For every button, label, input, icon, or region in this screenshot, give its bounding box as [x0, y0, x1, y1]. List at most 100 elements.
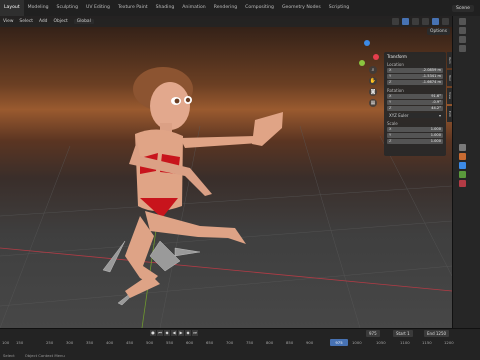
overlay-toggle-icon[interactable]	[392, 18, 399, 25]
next-keyframe-icon[interactable]: ◆	[185, 330, 191, 336]
playhead[interactable]: 975	[330, 339, 348, 346]
play-icon[interactable]: ▶	[178, 330, 184, 336]
location-label: Location	[387, 62, 404, 67]
character-model[interactable]	[125, 67, 283, 298]
playback-controls: ● ⏮ ◆ ◀ ▶ ◆ ⏭	[150, 330, 198, 336]
ruler-tick: 750	[246, 340, 254, 345]
menu-object[interactable]: Object	[53, 19, 67, 24]
ruler-tick: 100	[2, 340, 10, 345]
play-reverse-icon[interactable]: ◀	[171, 330, 177, 336]
status-bar: Select Object Context Menu	[0, 351, 480, 360]
start-frame-field[interactable]: Start 1	[393, 330, 413, 337]
tab-rendering[interactable]: Rendering	[210, 0, 241, 16]
rotation-z-field[interactable]: Z 44.2°	[387, 106, 443, 111]
tab-uv-editing[interactable]: UV Editing	[82, 0, 114, 16]
location-x-field[interactable]: X -2.0859 m	[387, 68, 443, 73]
record-icon[interactable]: ●	[150, 330, 156, 336]
rotation-x-field[interactable]: X 91.6°	[387, 94, 443, 99]
ruler-tick: 550	[166, 340, 174, 345]
rotation-mode-dropdown[interactable]: XYZ Euler ▾	[387, 113, 443, 118]
ruler-tick: 850	[286, 340, 294, 345]
menu-view[interactable]: View	[3, 19, 13, 24]
gizmo-y-axis-icon[interactable]	[359, 60, 365, 66]
prev-keyframe-icon[interactable]: ◆	[164, 330, 170, 336]
tab-shading[interactable]: Shading	[152, 0, 179, 16]
x-axis-line	[0, 247, 452, 292]
ruler-tick: 1200	[444, 340, 454, 345]
scene-selector[interactable]: Scene	[451, 4, 474, 12]
ruler-tick: 1050	[376, 340, 386, 345]
ruler-tick: 400	[106, 340, 114, 345]
scale-label: Scale	[387, 121, 398, 126]
workspace-tab-bar: Layout Modeling Sculpting UV Editing Tex…	[0, 0, 480, 16]
location-z-field[interactable]: Z -1.6674 m	[387, 80, 443, 85]
scale-z-field[interactable]: Z 1.000	[387, 139, 443, 144]
3d-viewport[interactable]: View Select Add Object Global Options ⌕ …	[0, 16, 452, 328]
current-frame-field[interactable]: 975	[366, 330, 380, 337]
shading-rendered-icon[interactable]	[442, 18, 449, 25]
ruler-tick: 1150	[422, 340, 432, 345]
rotation-y-field[interactable]: Y -0.9°	[387, 100, 443, 105]
properties-editor-strip	[452, 16, 480, 328]
modifier-properties-icon[interactable]	[459, 162, 466, 169]
orientation-dropdown[interactable]: Global	[73, 19, 94, 24]
floor-grid	[0, 125, 452, 328]
transform-section-title[interactable]: Transform	[387, 54, 443, 59]
ruler-tick: 150	[16, 340, 24, 345]
ruler-tick: 650	[206, 340, 214, 345]
object-properties-icon[interactable]	[459, 153, 466, 160]
scene-properties-icon[interactable]	[459, 144, 466, 151]
ruler-tick: 800	[266, 340, 274, 345]
viewport-header: View Select Add Object Global	[0, 16, 452, 27]
menu-select[interactable]: Select	[19, 19, 33, 24]
jump-start-icon[interactable]: ⏮	[157, 330, 163, 336]
ruler-tick: 1000	[352, 340, 362, 345]
tab-texture-paint[interactable]: Texture Paint	[114, 0, 152, 16]
tab-sculpting[interactable]: Sculpting	[53, 0, 82, 16]
chevron-down-icon: ▾	[438, 113, 441, 118]
perspective-toggle-icon[interactable]: ▦	[369, 99, 377, 107]
output-properties-icon[interactable]	[459, 36, 466, 43]
ruler-tick: 300	[66, 340, 74, 345]
shading-material-icon[interactable]	[432, 18, 439, 25]
ruler-tick: 250	[46, 340, 54, 345]
tab-geometry-nodes[interactable]: Geometry Nodes	[278, 0, 325, 16]
location-y-field[interactable]: Y -1.5341 m	[387, 74, 443, 79]
timeline-editor: ● ⏮ ◆ ◀ ▶ ◆ ⏭ 975 Start 1 End 1250 100 1…	[0, 328, 480, 360]
gizmo-z-axis-icon[interactable]	[364, 40, 370, 46]
shading-wireframe-icon[interactable]	[412, 18, 419, 25]
tool-properties-icon[interactable]	[459, 18, 466, 25]
ruler-tick: 900	[306, 340, 314, 345]
status-select-hint: Select	[3, 353, 15, 358]
ruler-tick: 700	[226, 340, 234, 345]
zoom-icon[interactable]: ⌕	[369, 66, 377, 74]
frame-ruler[interactable]: 100 150 250 300 350 400 450 500 550 600 …	[0, 339, 480, 347]
view-layer-properties-icon[interactable]	[459, 45, 466, 52]
rotation-label: Rotation	[387, 88, 404, 93]
end-frame-field[interactable]: End 1250	[424, 330, 450, 337]
camera-view-icon[interactable]: ◙	[369, 88, 377, 96]
ruler-tick: 450	[126, 340, 134, 345]
gizmo-x-axis-icon[interactable]	[373, 54, 379, 60]
jump-end-icon[interactable]: ⏭	[192, 330, 198, 336]
material-properties-icon[interactable]	[459, 180, 466, 187]
tab-layout[interactable]: Layout	[0, 0, 24, 16]
tab-modeling[interactable]: Modeling	[24, 0, 53, 16]
options-button[interactable]: Options	[427, 28, 450, 35]
constraint-properties-icon[interactable]	[459, 171, 466, 178]
tab-compositing[interactable]: Compositing	[241, 0, 278, 16]
xray-toggle-icon[interactable]	[402, 18, 409, 25]
viewport-nav-buttons: ⌕ ✋ ◙ ▦	[369, 66, 377, 107]
ruler-tick: 600	[186, 340, 194, 345]
shading-solid-icon[interactable]	[422, 18, 429, 25]
pan-hand-icon[interactable]: ✋	[369, 77, 377, 85]
status-context-menu-hint: Object Context Menu	[24, 353, 65, 358]
ruler-tick: 350	[86, 340, 94, 345]
menu-add[interactable]: Add	[39, 19, 48, 24]
tab-animation[interactable]: Animation	[178, 0, 209, 16]
scale-y-field[interactable]: Y 1.000	[387, 133, 443, 138]
scale-x-field[interactable]: X 1.000	[387, 127, 443, 132]
ruler-tick: 500	[146, 340, 154, 345]
render-properties-icon[interactable]	[459, 27, 466, 34]
tab-scripting[interactable]: Scripting	[325, 0, 353, 16]
